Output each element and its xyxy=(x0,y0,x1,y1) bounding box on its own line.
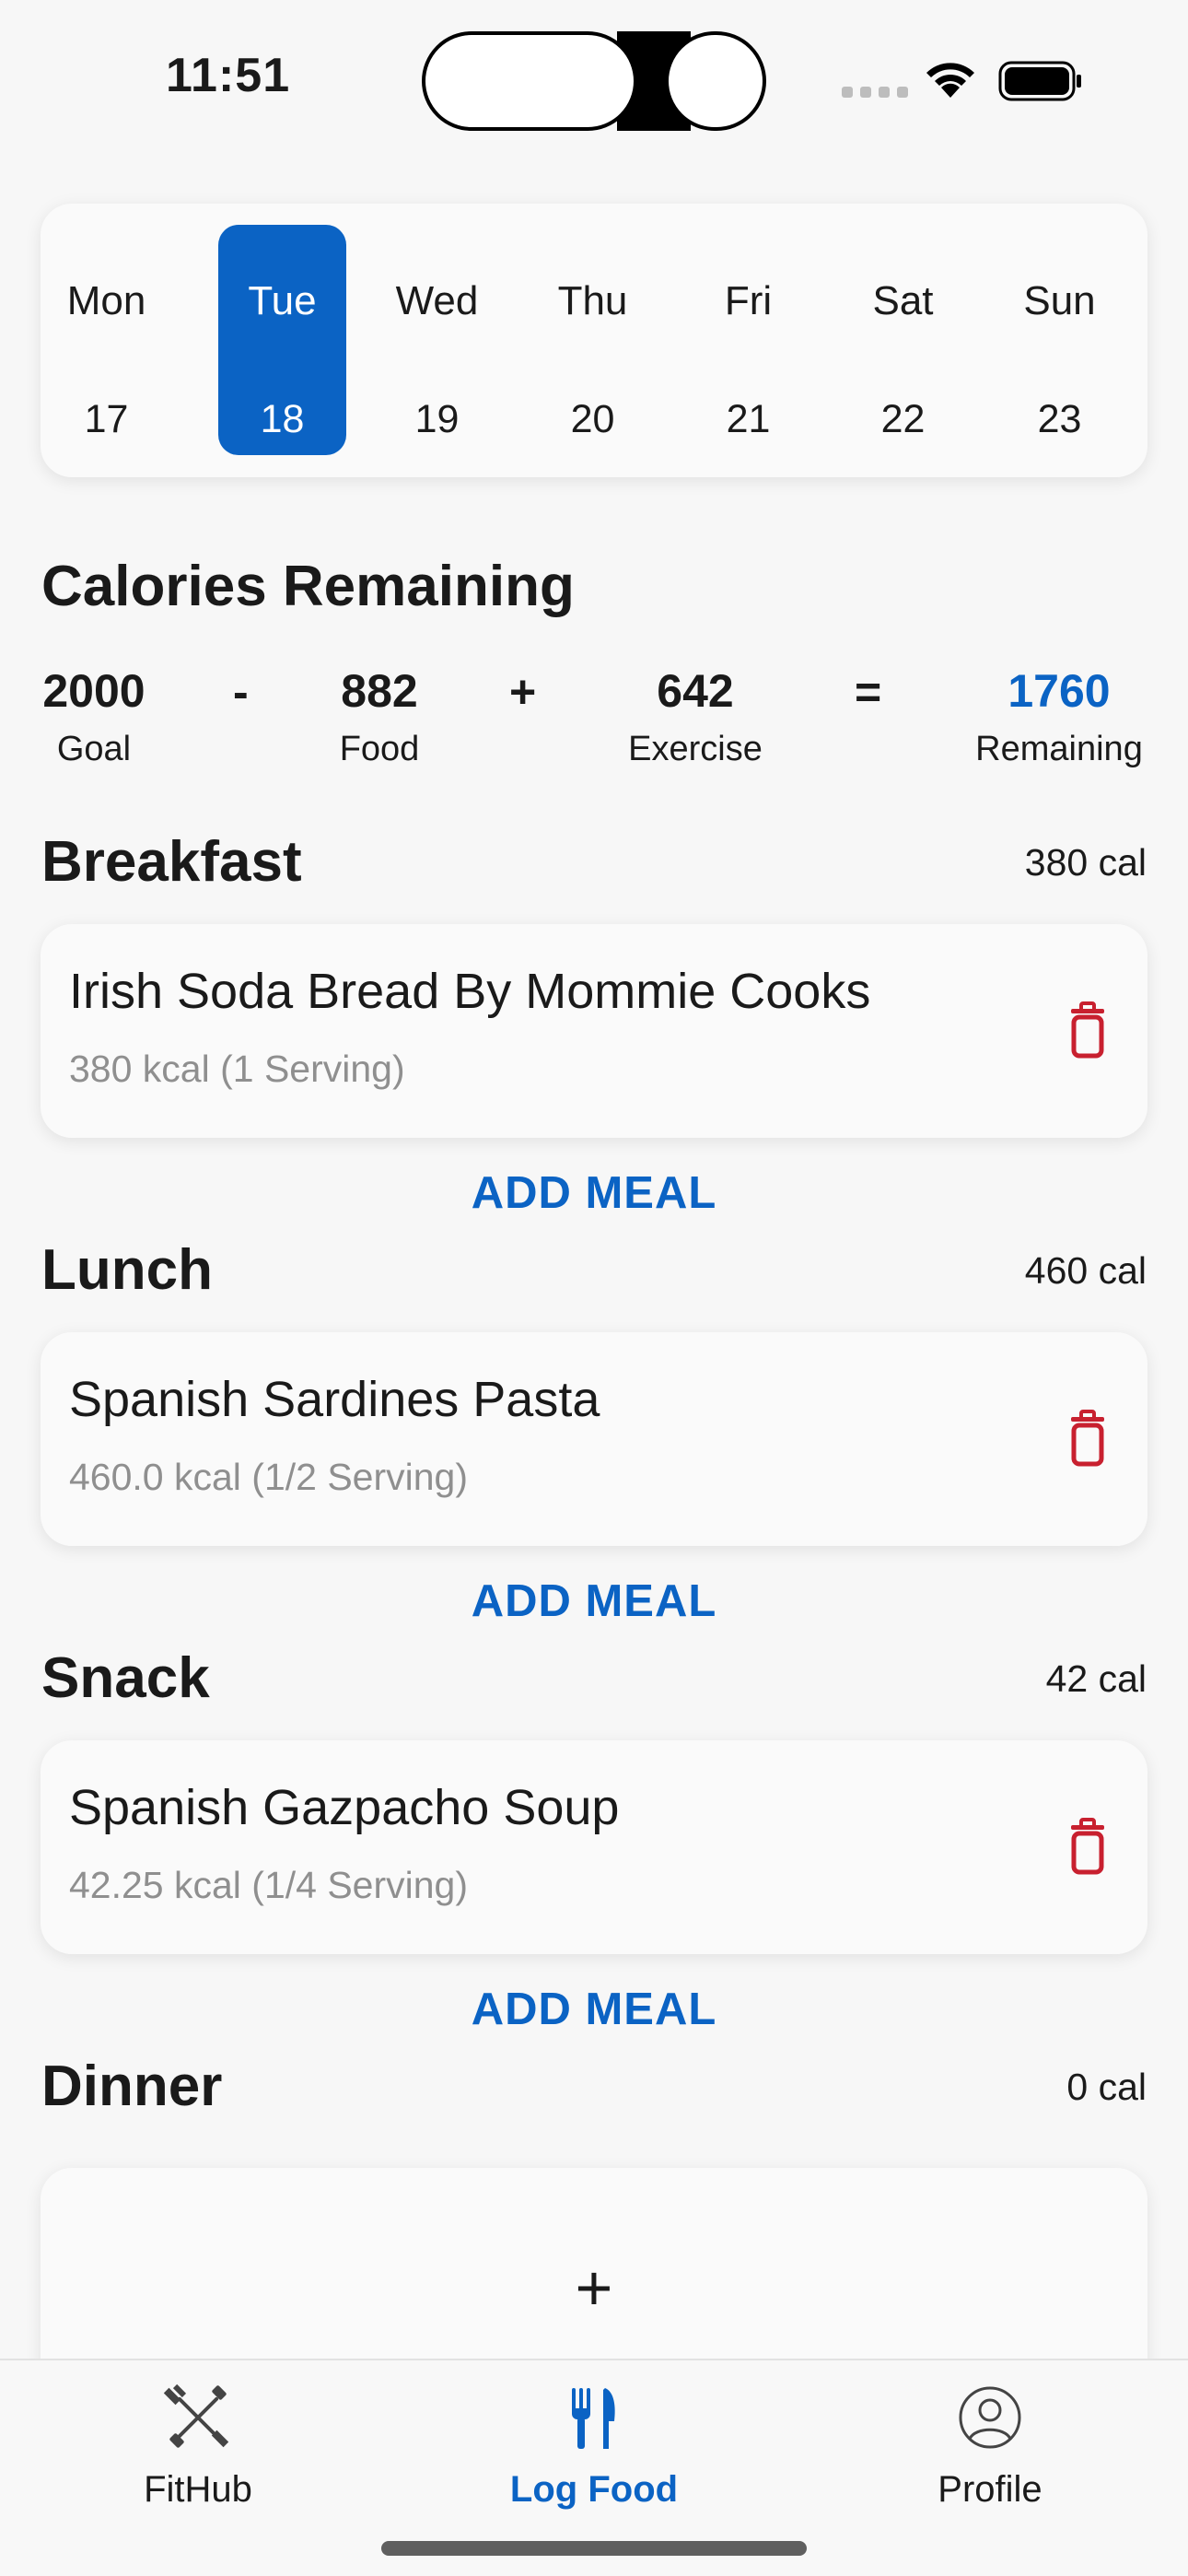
breakfast-food-card[interactable]: Irish Soda Bread By Mommie Cooks 380 kca… xyxy=(41,924,1147,1138)
tab-label: Log Food xyxy=(509,2469,679,2510)
day-date: 20 xyxy=(570,397,615,441)
tab-fithub[interactable]: FitHub xyxy=(60,2360,336,2545)
breakfast-calories: 380 cal xyxy=(1024,841,1147,884)
calories-remaining: 1760 Remaining xyxy=(958,663,1160,769)
exercise-label: Exercise xyxy=(628,730,763,768)
week-selector: Mon 17 Tue 18 Wed 19 Thu 20 Fri 21 Sat 2… xyxy=(41,204,1147,477)
status-bar: 11:51 xyxy=(0,0,1188,157)
lunch-food-card[interactable]: Spanish Sardines Pasta 460.0 kcal (1/2 S… xyxy=(41,1332,1147,1546)
day-name: Fri xyxy=(724,278,773,323)
dynamic-island-right xyxy=(665,31,766,131)
day-date: 21 xyxy=(726,397,771,441)
home-indicator[interactable] xyxy=(381,2541,807,2556)
tab-log-food[interactable]: Log Food xyxy=(456,2360,732,2545)
equals-operator: = xyxy=(855,666,882,718)
wifi-icon xyxy=(926,63,974,98)
food-name: Spanish Sardines Pasta xyxy=(69,1372,600,1427)
remaining-value: 1760 xyxy=(1007,665,1111,717)
tab-label: FitHub xyxy=(144,2469,252,2510)
trash-icon[interactable] xyxy=(1068,1001,1107,1059)
day-name: Tue xyxy=(248,278,317,323)
calories-goal: 2000 Goal xyxy=(28,663,160,769)
utensils-icon xyxy=(572,2388,615,2449)
day-sat[interactable]: Sat 22 xyxy=(839,225,967,455)
goal-value: 2000 xyxy=(42,665,146,717)
tab-profile[interactable]: Profile xyxy=(852,2360,1128,2545)
add-lunch-button[interactable]: ADD MEAL xyxy=(0,1575,1188,1627)
battery-icon xyxy=(998,61,1081,101)
food-name: Spanish Gazpacho Soup xyxy=(69,1780,620,1835)
log-food-screen: 11:51 Mon 17 Tue 18 Wed 19 Thu 20 Fri 21… xyxy=(0,0,1188,2576)
snack-food-card[interactable]: Spanish Gazpacho Soup 42.25 kcal (1/4 Se… xyxy=(41,1740,1147,1954)
day-date: 18 xyxy=(260,397,305,441)
add-breakfast-button[interactable]: ADD MEAL xyxy=(0,1167,1188,1219)
trash-icon[interactable] xyxy=(1068,1410,1107,1467)
snack-calories: 42 cal xyxy=(1045,1657,1147,1700)
food-detail: 380 kcal (1 Serving) xyxy=(69,1048,405,1090)
day-thu[interactable]: Thu 20 xyxy=(529,225,657,455)
dynamic-island-left xyxy=(422,31,637,131)
day-wed[interactable]: Wed 19 xyxy=(373,225,501,455)
cellular-signal-icon xyxy=(842,87,908,98)
food-detail: 42.25 kcal (1/4 Serving) xyxy=(69,1864,469,1906)
day-name: Sat xyxy=(872,278,934,323)
status-time: 11:51 xyxy=(166,49,291,102)
plus-icon: + xyxy=(575,2252,613,2324)
day-tue-selected[interactable]: Tue 18 xyxy=(218,225,346,455)
day-date: 23 xyxy=(1037,397,1082,441)
day-name: Wed xyxy=(395,278,479,323)
day-name: Thu xyxy=(557,278,628,323)
day-name: Sun xyxy=(1023,278,1096,323)
goal-label: Goal xyxy=(56,730,132,768)
add-snack-button[interactable]: ADD MEAL xyxy=(0,1984,1188,2035)
day-date: 17 xyxy=(84,397,129,441)
day-name: Mon xyxy=(66,278,146,323)
dinner-heading: Dinner xyxy=(41,2055,223,2118)
food-name: Irish Soda Bread By Mommie Cooks xyxy=(69,964,871,1019)
day-mon[interactable]: Mon 17 xyxy=(42,225,170,455)
snack-heading: Snack xyxy=(41,1646,210,1710)
breakfast-heading: Breakfast xyxy=(41,830,302,894)
remaining-label: Remaining xyxy=(975,730,1143,768)
day-date: 19 xyxy=(414,397,460,441)
calories-food: 882 Food xyxy=(313,663,446,769)
food-label: Food xyxy=(339,730,420,768)
food-detail: 460.0 kcal (1/2 Serving) xyxy=(69,1456,469,1498)
fithub-icon xyxy=(163,2383,229,2448)
profile-icon xyxy=(959,2386,1021,2449)
day-date: 22 xyxy=(880,397,926,441)
trash-icon[interactable] xyxy=(1068,1818,1107,1875)
calories-exercise: 642 Exercise xyxy=(608,663,783,769)
exercise-value: 642 xyxy=(657,665,734,717)
day-sun[interactable]: Sun 23 xyxy=(996,225,1124,455)
day-fri[interactable]: Fri 21 xyxy=(684,225,812,455)
dinner-calories: 0 cal xyxy=(1066,2066,1147,2108)
food-value: 882 xyxy=(341,665,418,717)
tab-label: Profile xyxy=(938,2469,1042,2510)
plus-operator: + xyxy=(509,666,537,718)
lunch-calories: 460 cal xyxy=(1024,1249,1147,1292)
lunch-heading: Lunch xyxy=(41,1238,213,1302)
minus-operator: - xyxy=(233,666,249,718)
calories-remaining-title: Calories Remaining xyxy=(41,555,575,618)
